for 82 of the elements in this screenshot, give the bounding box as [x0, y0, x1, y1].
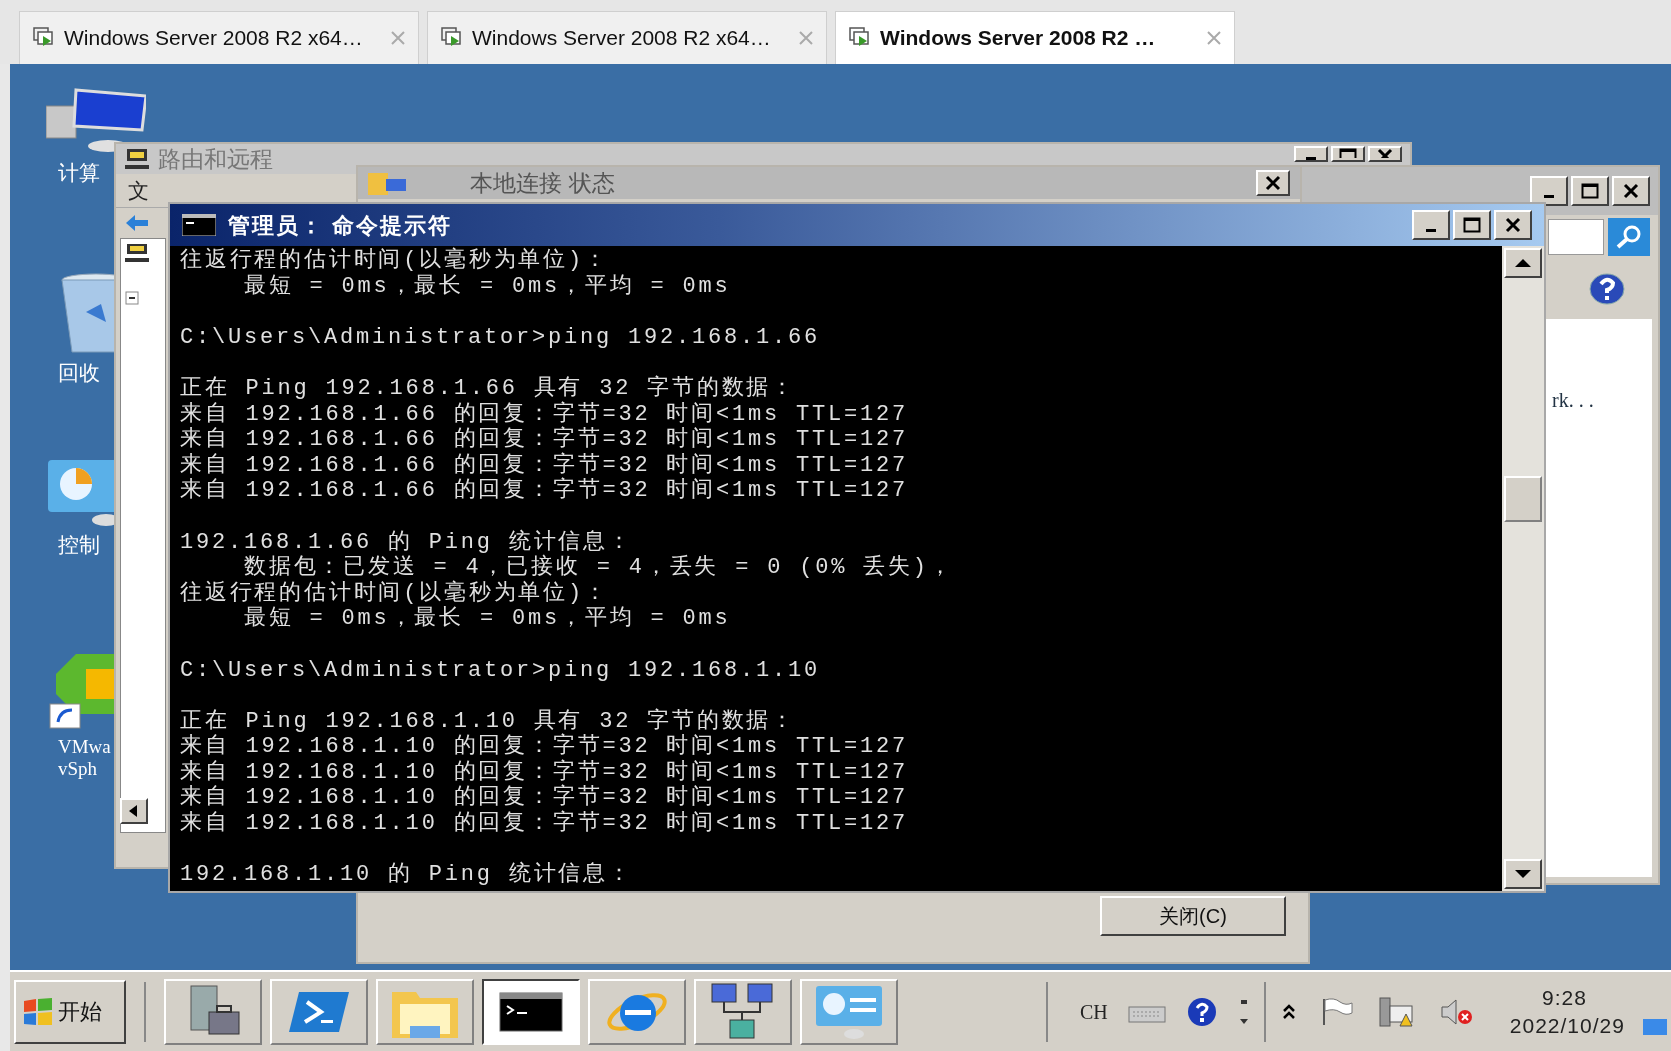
close-button[interactable]	[1494, 210, 1532, 240]
caret-left-icon	[129, 805, 139, 817]
clock-time[interactable]: 9:28	[1542, 983, 1625, 1012]
help-icon[interactable]	[1185, 996, 1218, 1027]
desktop-icon-label: 控制	[58, 534, 100, 556]
back-arrow-icon[interactable]	[124, 214, 150, 232]
chevron-up-icon[interactable]	[1281, 1002, 1296, 1021]
close-button[interactable]	[1368, 146, 1402, 162]
link-text: rk. . .	[1552, 389, 1594, 411]
window-title: 管理员： 命令提示符	[228, 211, 454, 240]
minimize-button[interactable]	[1294, 146, 1328, 162]
console-line: 来自 192.168.1.10 的回复：字节=32 时间<1ms TTL=127	[180, 811, 910, 837]
browser-tab[interactable]: Windows Server 2008 R2 x64…	[19, 11, 419, 64]
console-line: C:\Users\Administrator>ping 192.168.1.66	[180, 324, 822, 351]
tab-title: Windows Server 2008 R2 x64…	[64, 25, 364, 52]
console-line: 正在 Ping 192.168.1.66 具有 32 字节的数据：	[180, 375, 798, 401]
window-title: 本地连接 状态	[469, 168, 617, 198]
maximize-icon	[1581, 183, 1599, 199]
scroll-up-button[interactable]	[1504, 248, 1542, 278]
caret-up-icon	[1515, 258, 1531, 268]
menu-item[interactable]: 文	[128, 174, 149, 207]
minimize-icon	[1544, 194, 1554, 198]
speaker-muted-icon[interactable]	[1439, 996, 1474, 1027]
console-line: C:\Users\Administrator>ping 192.168.1.10	[180, 657, 822, 684]
console-line: 正在 Ping 192.168.1.10 具有 32 字节的数据：	[180, 708, 798, 734]
control-panel-icon	[814, 983, 884, 1040]
desktop-icon-label: 计算	[58, 162, 100, 184]
desktop-icon-label: vSph	[58, 758, 99, 780]
powershell-icon	[287, 989, 351, 1034]
windows-logo-icon	[22, 996, 54, 1027]
maximize-icon	[1339, 148, 1357, 158]
maximize-button[interactable]	[1571, 176, 1609, 206]
caret-down-icon	[1515, 869, 1531, 879]
taskbar-app[interactable]	[482, 978, 580, 1045]
maximize-button[interactable]	[1453, 210, 1491, 240]
minimize-icon	[1426, 228, 1436, 232]
server-icon	[124, 147, 150, 171]
minimize-button[interactable]	[1412, 210, 1450, 240]
console-line: 192.168.1.10 的 Ping 统计信息：	[180, 862, 634, 888]
tab-title: Windows Server 2008 R2 …	[880, 25, 1157, 52]
language-indicator[interactable]: CH	[1080, 996, 1108, 1027]
desktop-icon-label: 回收	[58, 362, 100, 384]
search-field[interactable]	[1548, 219, 1604, 255]
clock-date[interactable]: 2022/10/29	[1509, 1011, 1625, 1040]
minimize-button[interactable]	[1530, 176, 1568, 206]
start-button[interactable]: 开始	[14, 979, 126, 1044]
scroll-left-button[interactable]	[120, 798, 148, 824]
console-line: 数据包：已发送 = 4，已接收 = 4，丢失 = 0 (0% 丢失)，	[243, 555, 955, 581]
network-warning-icon[interactable]	[1377, 995, 1416, 1028]
console-line: 192.168.1.66 的 Ping 统计信息：	[180, 529, 634, 555]
vertical-scrollbar[interactable]	[1502, 246, 1544, 891]
console-line: 最短 = 0ms，最长 = 0ms，平均 = 0ms	[243, 606, 732, 632]
browser-tab[interactable]: Windows Server 2008 R2 …	[835, 11, 1235, 64]
scroll-thumb[interactable]	[1504, 476, 1542, 522]
close-button[interactable]	[1256, 170, 1290, 196]
console-line: 往返行程的估计时间(以毫秒为单位)：	[180, 580, 610, 606]
minimize-icon	[1306, 157, 1316, 160]
tab-title: Windows Server 2008 R2 x64…	[472, 25, 772, 52]
close-button[interactable]: 关闭(C)	[1100, 896, 1286, 936]
browser-tab[interactable]: Windows Server 2008 R2 x64…	[427, 11, 827, 64]
terminal-icon	[182, 214, 216, 236]
desktop-icon-label: VMwa	[58, 736, 111, 758]
terminal-icon	[499, 991, 563, 1032]
console-line: 来自 192.168.1.66 的回复：字节=32 时间<1ms TTL=127	[180, 427, 910, 453]
help-icon[interactable]	[1588, 272, 1626, 306]
window-title: 路由和远程	[158, 144, 273, 174]
console-line: 来自 192.168.1.10 的回复：字节=32 时间<1ms TTL=127	[180, 785, 910, 811]
collapse-icon[interactable]	[125, 291, 139, 305]
console-line: 来自 192.168.1.66 的回复：字节=32 时间<1ms TTL=127	[180, 401, 910, 427]
console-line: 最短 = 0ms，最长 = 0ms，平均 = 0ms	[243, 273, 732, 300]
console-line: 来自 192.168.1.66 的回复：字节=32 时间<1ms TTL=127	[180, 452, 910, 478]
close-button[interactable]	[1612, 176, 1650, 206]
console-line: 往返行程的估计时间(以毫秒为单位)：	[180, 248, 610, 274]
server-icon	[125, 243, 149, 263]
console-line: 来自 192.168.1.10 的回复：字节=32 时间<1ms TTL=127	[180, 759, 910, 785]
maximize-button[interactable]	[1331, 146, 1365, 162]
console-line: 来自 192.168.1.10 的回复：字节=32 时间<1ms TTL=127	[180, 734, 910, 760]
scroll-down-button[interactable]	[1504, 859, 1542, 889]
maximize-icon	[1463, 217, 1481, 233]
search-icon	[1615, 224, 1643, 250]
console-line: 来自 192.168.1.66 的回复：字节=32 时间<1ms TTL=127	[180, 478, 910, 504]
search-button[interactable]	[1608, 218, 1650, 256]
